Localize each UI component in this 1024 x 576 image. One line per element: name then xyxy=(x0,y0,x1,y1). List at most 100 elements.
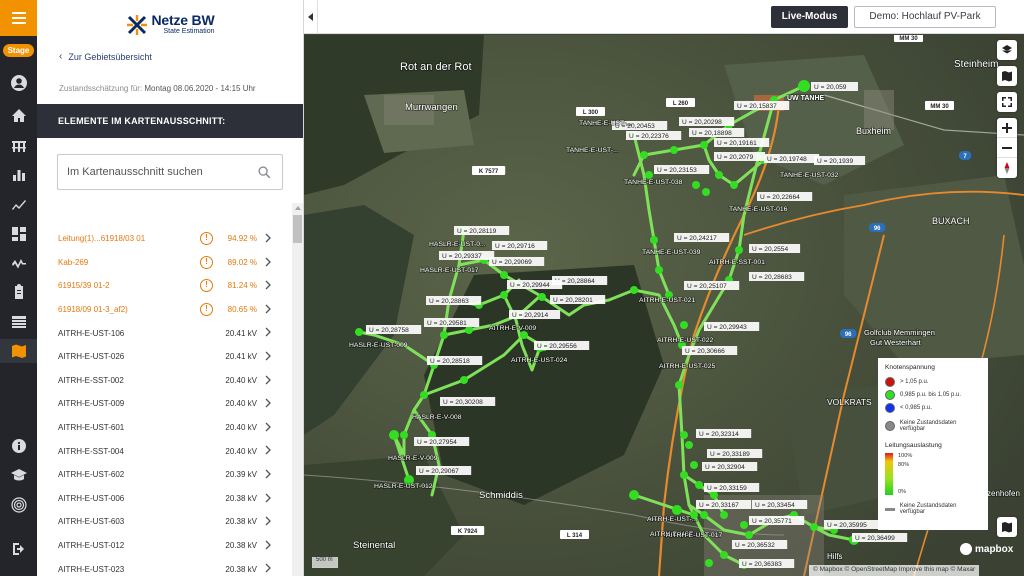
user-avatar-button[interactable] xyxy=(0,71,37,95)
network-node[interactable] xyxy=(690,461,698,469)
nav-education[interactable] xyxy=(0,463,37,487)
scrollbar-thumb[interactable] xyxy=(293,215,302,243)
list-item[interactable]: Leitung(1)...61918/03 01! 94.92 % xyxy=(37,227,291,251)
network-node[interactable] xyxy=(500,291,508,299)
voltage-label[interactable]: U = 20,29943 xyxy=(704,322,760,331)
network-node[interactable] xyxy=(465,326,473,334)
live-mode-button[interactable]: Live-Modus xyxy=(771,6,848,28)
nav-map[interactable] xyxy=(0,339,37,363)
nav-analysis[interactable] xyxy=(0,251,37,275)
logout-button[interactable] xyxy=(0,537,37,561)
list-item[interactable]: AITRH-E-UST-603 20.38 kV xyxy=(37,510,291,534)
network-node[interactable] xyxy=(810,523,818,531)
voltage-label[interactable]: U = 20,33189 xyxy=(707,449,763,458)
network-node[interactable] xyxy=(670,146,678,154)
voltage-label[interactable]: U = 20,18898 xyxy=(689,128,745,137)
network-node[interactable] xyxy=(700,511,708,519)
compass-button[interactable] xyxy=(997,158,1017,178)
network-node[interactable] xyxy=(680,471,688,479)
network-node[interactable] xyxy=(685,441,693,449)
network-node[interactable] xyxy=(520,331,528,339)
network-node[interactable] xyxy=(692,181,700,189)
list-item[interactable]: AITRH-E-UST-006 20.38 kV xyxy=(37,487,291,511)
voltage-label[interactable]: U = 20,059 xyxy=(811,82,858,91)
back-to-overview-link[interactable]: ‹ Zur Gebietsübersicht xyxy=(59,51,152,62)
voltage-label[interactable]: U = 20,28201 xyxy=(550,295,606,304)
voltage-label[interactable]: U = 20,22376 xyxy=(626,131,682,140)
nav-table[interactable] xyxy=(0,310,37,334)
voltage-label[interactable]: U = 20,29716 xyxy=(492,241,548,250)
voltage-label[interactable]: U = 20,32314 xyxy=(696,429,752,438)
nav-home[interactable] xyxy=(0,104,37,128)
list-item[interactable]: AITRH-E-UST-023 20.38 kV xyxy=(37,557,291,576)
network-node[interactable] xyxy=(650,236,658,244)
voltage-label[interactable]: U = 20,25107 xyxy=(684,281,740,290)
network-node[interactable] xyxy=(745,531,753,539)
network-node[interactable] xyxy=(680,321,688,329)
list-item[interactable]: 61918/09 01-3_af2)! 80.65 % xyxy=(37,298,291,322)
network-node[interactable] xyxy=(680,431,688,439)
voltage-label[interactable]: U = 20,24217 xyxy=(674,233,730,242)
list-item[interactable]: AITRH-E-UST-106 20.41 kV xyxy=(37,321,291,345)
network-node[interactable] xyxy=(675,381,683,389)
list-item[interactable]: Kab-269! 89.02 % xyxy=(37,251,291,275)
network-node[interactable] xyxy=(630,286,638,294)
network-node[interactable] xyxy=(500,271,508,279)
voltage-label[interactable]: U = 20,23153 xyxy=(654,165,710,174)
nav-fingerprint[interactable] xyxy=(0,493,37,517)
voltage-label[interactable]: U = 20,28119 xyxy=(454,226,510,235)
network-node[interactable] xyxy=(420,391,428,399)
list-item[interactable]: AITRH-E-UST-601 20.40 kV xyxy=(37,416,291,440)
network-node[interactable] xyxy=(645,171,653,179)
voltage-label[interactable]: U = 20,29067 xyxy=(416,466,472,475)
nav-info[interactable] xyxy=(0,434,37,458)
network-node[interactable] xyxy=(702,188,710,196)
network-node[interactable] xyxy=(389,430,399,440)
network-node[interactable] xyxy=(740,521,748,529)
voltage-label[interactable]: U = 20,29581 xyxy=(424,318,480,327)
network-node[interactable] xyxy=(720,551,728,559)
voltage-label[interactable]: U = 20,22664 xyxy=(757,192,813,201)
network-node[interactable] xyxy=(715,171,723,179)
network-node[interactable] xyxy=(672,505,682,515)
voltage-label[interactable]: U = 20,19161 xyxy=(714,138,770,147)
voltage-label[interactable]: U = 20,28518 xyxy=(427,356,483,365)
zoom-control[interactable] xyxy=(997,118,1017,178)
voltage-label[interactable]: U = 20,35771 xyxy=(749,516,805,525)
voltage-label[interactable]: U = 20,29944 xyxy=(507,280,563,289)
voltage-label[interactable]: U = 20,33454 xyxy=(752,500,808,509)
network-node[interactable] xyxy=(705,559,713,567)
voltage-label[interactable]: U = 20,33159 xyxy=(704,483,760,492)
voltage-label[interactable]: U = 20,32904 xyxy=(702,462,758,471)
voltage-label[interactable]: U = 20,20298 xyxy=(679,117,735,126)
voltage-label[interactable]: U = 20,2079 xyxy=(714,152,766,161)
map-toggle-control[interactable] xyxy=(997,517,1017,537)
network-node[interactable] xyxy=(798,80,810,92)
network-node[interactable] xyxy=(400,431,408,439)
voltage-label[interactable]: U = 20,36499 xyxy=(852,533,908,542)
list-item[interactable]: 61915/39 01-2! 81.24 % xyxy=(37,274,291,298)
list-item[interactable]: AITRH-E-SST-002 20.40 kV xyxy=(37,369,291,393)
voltage-label[interactable]: U = 20,36383 xyxy=(739,559,795,568)
list-item[interactable]: AITRH-E-UST-026 20.41 kV xyxy=(37,345,291,369)
demo-mode-button[interactable]: Demo: Hochlauf PV-Park xyxy=(854,6,996,28)
voltage-label[interactable]: U = 20,29069 xyxy=(489,257,545,266)
list-item[interactable]: AITRH-E-UST-012 20.38 kV xyxy=(37,534,291,558)
voltage-label[interactable]: U = 20,29556 xyxy=(534,341,590,350)
voltage-label[interactable]: U = 20,27954 xyxy=(414,437,470,446)
search-icon[interactable] xyxy=(258,166,271,179)
network-node[interactable] xyxy=(735,246,743,254)
map-view[interactable]: Live-Modus Demo: Hochlauf PV-Park U = 20… xyxy=(304,0,1024,576)
network-node[interactable] xyxy=(700,141,708,149)
search-box[interactable] xyxy=(57,154,283,190)
voltage-label[interactable]: U = 20,15837 xyxy=(734,101,790,110)
voltage-label[interactable]: U = 20,28863 xyxy=(426,296,482,305)
collapse-sidebar-button[interactable] xyxy=(304,0,318,34)
list-item[interactable]: AITRH-E-SST-004 20.40 kV xyxy=(37,439,291,463)
zoom-in-button[interactable] xyxy=(997,118,1017,138)
list-item[interactable]: AITRH-E-UST-602 20.39 kV xyxy=(37,463,291,487)
list-item[interactable]: AITRH-E-UST-009 20.40 kV xyxy=(37,392,291,416)
hamburger-menu-button[interactable] xyxy=(0,0,37,36)
nav-network[interactable] xyxy=(0,134,37,158)
voltage-label[interactable]: U = 20,28683 xyxy=(749,272,805,281)
